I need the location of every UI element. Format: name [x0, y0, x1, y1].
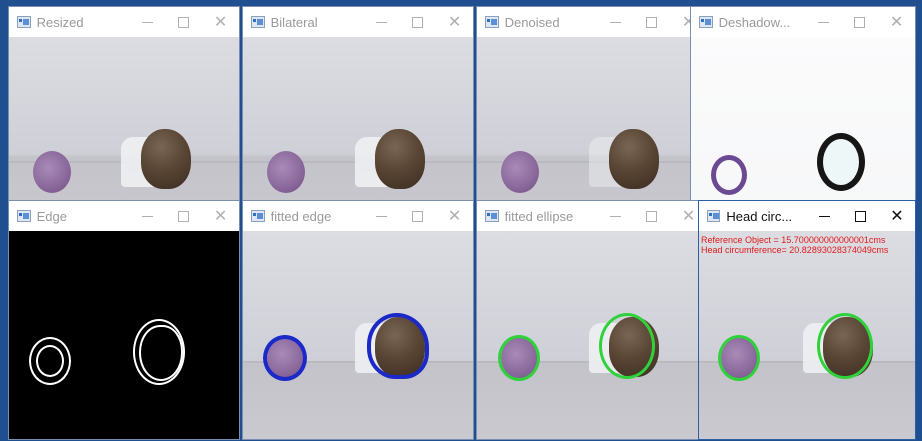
reference-ball: [267, 151, 305, 193]
minimize-icon[interactable]: [805, 7, 842, 37]
window-title: Edge: [36, 208, 67, 224]
close-icon[interactable]: ✕: [202, 7, 239, 37]
window-bilateral[interactable]: Bilateral ✕: [242, 6, 474, 226]
minimize-icon[interactable]: [363, 7, 400, 37]
title-bar[interactable]: Edge ✕: [9, 201, 239, 231]
image-view: [243, 231, 473, 439]
deshadow-image: [691, 37, 915, 225]
scene-image: Reference Object = 15.700000000000001cms…: [699, 231, 915, 439]
window-edge[interactable]: Edge ✕: [8, 200, 240, 440]
edge-contour-small-inner: [36, 345, 64, 377]
scene-image: [477, 231, 707, 439]
close-icon[interactable]: ✕: [436, 7, 473, 37]
reference-ball: [33, 151, 71, 193]
window-title: Head circ...: [726, 208, 793, 224]
ellipse-overlay-ball: [718, 335, 760, 381]
image-view: [243, 37, 473, 225]
close-icon[interactable]: ✕: [879, 201, 915, 231]
app-icon: [699, 16, 713, 28]
app-icon: [251, 16, 265, 28]
scene-image: [243, 231, 473, 439]
head-object: [375, 129, 425, 189]
close-icon[interactable]: ✕: [202, 201, 239, 231]
maximize-icon[interactable]: [399, 201, 436, 231]
measurement-text: Reference Object = 15.700000000000001cms…: [701, 235, 888, 255]
minimize-icon[interactable]: [597, 201, 634, 231]
head-object: [609, 129, 659, 189]
title-bar[interactable]: Head circ... ✕: [699, 201, 915, 231]
title-bar[interactable]: Bilateral ✕: [243, 7, 473, 37]
app-icon: [485, 16, 499, 28]
ellipse-overlay-head: [599, 313, 655, 379]
maximize-icon[interactable]: [399, 7, 436, 37]
window-head-circumference[interactable]: Head circ... ✕ Reference Object = 15.700…: [698, 200, 916, 440]
scene-image: [477, 37, 707, 225]
app-icon: [251, 210, 265, 222]
image-view: [9, 231, 239, 439]
ellipse-overlay-head: [817, 313, 873, 379]
app-icon: [707, 210, 721, 222]
reference-ring: [711, 155, 747, 195]
window-denoised[interactable]: Denoised ✕: [476, 6, 708, 226]
title-bar[interactable]: fitted edge ✕: [243, 201, 473, 231]
image-view: Reference Object = 15.700000000000001cms…: [699, 231, 915, 439]
maximize-icon[interactable]: [165, 201, 202, 231]
app-icon: [17, 16, 31, 28]
edge-overlay-head: [367, 313, 429, 379]
window-title: Denoised: [504, 14, 560, 30]
title-bar[interactable]: Deshadow... ✕: [691, 7, 915, 37]
close-icon[interactable]: ✕: [436, 201, 473, 231]
maximize-icon[interactable]: [633, 7, 670, 37]
close-icon[interactable]: ✕: [878, 7, 915, 37]
image-view: [477, 231, 707, 439]
window-title: fitted ellipse: [504, 208, 574, 224]
window-fitted-ellipse[interactable]: fitted ellipse ✕: [476, 200, 708, 440]
ellipse-overlay-ball: [498, 335, 540, 381]
head-object: [141, 129, 191, 189]
edge-overlay-ball: [263, 335, 307, 381]
image-view: [691, 37, 915, 225]
window-title: Deshadow...: [718, 14, 791, 30]
head-ring: [817, 133, 865, 191]
title-bar[interactable]: fitted ellipse ✕: [477, 201, 707, 231]
app-icon: [485, 210, 499, 222]
edge-contour-large-inner: [139, 325, 183, 381]
minimize-icon[interactable]: [129, 201, 166, 231]
maximize-icon[interactable]: [633, 201, 670, 231]
minimize-icon[interactable]: [806, 201, 842, 231]
window-resized[interactable]: Resized ✕: [8, 6, 240, 226]
scene-image: [9, 37, 239, 225]
maximize-icon[interactable]: [165, 7, 202, 37]
window-deshadow[interactable]: Deshadow... ✕: [690, 6, 916, 226]
maximize-icon[interactable]: [843, 201, 879, 231]
window-title: fitted edge: [270, 208, 332, 224]
reference-ball: [501, 151, 539, 193]
window-title: Resized: [36, 14, 84, 30]
scene-image: [243, 37, 473, 225]
app-icon: [17, 210, 31, 222]
minimize-icon[interactable]: [597, 7, 634, 37]
maximize-icon[interactable]: [841, 7, 878, 37]
head-circumference-text: Head circumference= 20.82893028374049cms: [701, 245, 889, 255]
window-title: Bilateral: [270, 14, 318, 30]
minimize-icon[interactable]: [363, 201, 400, 231]
image-view: [9, 37, 239, 225]
title-bar[interactable]: Resized ✕: [9, 7, 239, 37]
image-view: [477, 37, 707, 225]
window-fitted-edge[interactable]: fitted edge ✕: [242, 200, 474, 440]
reference-object-text: Reference Object = 15.700000000000001cms: [701, 235, 886, 245]
title-bar[interactable]: Denoised ✕: [477, 7, 707, 37]
minimize-icon[interactable]: [129, 7, 166, 37]
edge-image: [9, 231, 239, 439]
